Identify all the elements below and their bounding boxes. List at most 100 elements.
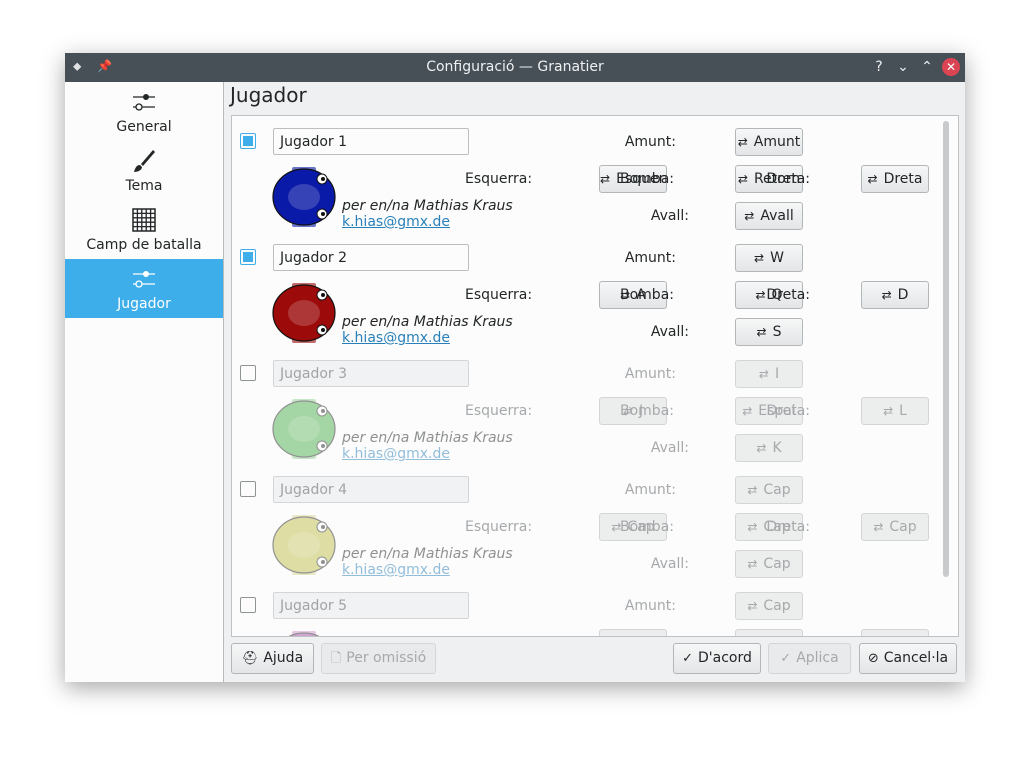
sidebar-item-label: Jugador	[117, 296, 171, 312]
player-author: per en/na Mathias Kraus	[342, 430, 513, 446]
key-button-up[interactable]: ⇄ Cap	[735, 476, 803, 504]
lifebuoy-icon: ⛑	[241, 651, 259, 666]
settings-window: ⬥ 📌 Configuració — Granatier ? ⌄ ⌃ ✕ Gen…	[65, 53, 965, 682]
page-title: Jugador	[230, 83, 307, 107]
key-button-up[interactable]: ⇄ I	[735, 360, 803, 388]
key-label-bomb: Bomba:	[614, 635, 674, 636]
swap-icon: ⇄	[754, 251, 765, 265]
player-name-field[interactable]: Jugador 4	[273, 476, 469, 503]
player-name-field[interactable]: Jugador 3	[273, 360, 469, 387]
title-bar: ⬥ 📌 Configuració — Granatier ? ⌄ ⌃ ✕	[65, 53, 965, 82]
swap-icon: ⇄	[737, 135, 748, 149]
key-button-down[interactable]: ⇄ Cap	[735, 550, 803, 578]
maximize-button[interactable]: ⌃	[918, 58, 936, 76]
key-button-down[interactable]: ⇄ S	[735, 318, 803, 346]
key-label-down: Avall:	[650, 440, 689, 456]
swap-icon: ⇄	[611, 636, 621, 637]
cancel-button[interactable]: ⊘ Cancel·la	[859, 643, 957, 674]
defaults-button[interactable]: 🗋 Per omissió	[321, 643, 436, 674]
player-author-email[interactable]: k.hias@gmx.de	[342, 330, 450, 346]
key-label-down: Avall:	[650, 208, 689, 224]
key-button-right[interactable]: ⇄ D	[861, 281, 929, 309]
swap-icon: ⇄	[873, 520, 884, 534]
key-label-left: Esquerra:	[465, 635, 532, 636]
key-label-bomb: Bomba:	[620, 519, 674, 535]
key-button-right[interactable]: ⇄ L	[861, 397, 929, 425]
player-name-field[interactable]: Jugador 5	[273, 592, 469, 619]
player-author: per en/na Mathias Kraus	[342, 546, 513, 562]
swap-icon: ⇄	[873, 636, 883, 637]
swap-icon: ⇄	[600, 172, 611, 186]
key-label-right: Dreta:	[766, 519, 810, 535]
swap-icon: ⇄	[756, 441, 767, 455]
key-label-bomb: Bomba:	[620, 403, 674, 419]
key-label-bomb: Bomba:	[620, 287, 674, 303]
key-button-down[interactable]: ⇄ K	[735, 434, 803, 462]
key-button-up[interactable]: ⇄ Cap	[735, 592, 803, 620]
sidebar-item-tema[interactable]: Tema	[65, 141, 223, 200]
close-button[interactable]: ✕	[942, 58, 960, 76]
player-enabled-checkbox[interactable]	[240, 133, 256, 149]
sidebar-item-label: Camp de batalla	[86, 237, 202, 253]
swap-icon: ⇄	[881, 288, 892, 302]
key-label-left: Esquerra:	[465, 519, 533, 535]
sliders-icon	[133, 94, 155, 111]
key-button-up[interactable]: ⇄ Amunt	[735, 128, 803, 156]
player-list[interactable]: Jugador 1 per en/na Mathias Kraus k.hias@…	[231, 115, 959, 637]
minimize-button[interactable]: ⌄	[894, 58, 912, 76]
key-button-right[interactable]: ⇄ Dreta	[861, 165, 929, 193]
player-author-email[interactable]: k.hias@gmx.de	[342, 214, 450, 230]
player-author: per en/na Mathias Kraus	[342, 314, 513, 330]
player-row: Jugador 5 per en/na Mathias Krausk.hias@…	[232, 585, 944, 637]
player-enabled-checkbox[interactable]	[240, 365, 256, 381]
player-name-field[interactable]: Jugador 2	[273, 244, 469, 271]
brush-icon	[134, 150, 155, 172]
help-button[interactable]: ⛑ Ajuda	[231, 643, 314, 674]
swap-icon: ⇄	[867, 172, 878, 186]
player-row: Jugador 2 per en/na Mathias Kraus k.hias@…	[232, 237, 944, 353]
player-author-email[interactable]: k.hias@gmx.de	[342, 562, 450, 578]
player-name-field[interactable]: Jugador 1	[273, 128, 469, 155]
sidebar-item-label: Tema	[125, 178, 163, 194]
sidebar-item-label: General	[116, 119, 172, 135]
player-row: Jugador 4 per en/na Mathias Kraus k.hias@…	[232, 469, 944, 585]
key-label-up: Amunt:	[624, 134, 676, 150]
sidebar-item-general[interactable]: General	[65, 82, 223, 141]
player-bomber-icon	[272, 283, 336, 343]
player-enabled-checkbox[interactable]	[240, 481, 256, 497]
scrollbar[interactable]	[943, 121, 949, 577]
apply-button[interactable]: ✓ Aplica	[768, 643, 851, 674]
key-button-right[interactable]: ⇄Cap	[861, 629, 929, 637]
sidebar-item-camp-de-batalla[interactable]: Camp de batalla	[65, 200, 223, 259]
check-icon: ✓	[780, 651, 792, 666]
sidebar: General Tema Camp de batalla Jugador	[65, 82, 224, 682]
dialog-button-bar: ⛑ Ajuda 🗋 Per omissió ✓ D'acord ✓ Aplica ⊘ Ca…	[231, 643, 957, 677]
key-label-right: Dreta:	[766, 171, 810, 187]
swap-icon: ⇄	[747, 557, 758, 571]
player-row: Jugador 3 per en/na Mathias Kraus k.hias@…	[232, 353, 944, 469]
key-label-right: Dreta:	[750, 635, 810, 636]
key-label-left: Esquerra:	[465, 403, 533, 419]
ok-button[interactable]: ✓ D'acord	[673, 643, 761, 674]
key-label-bomb: Bomba:	[620, 171, 674, 187]
key-button-up[interactable]: ⇄ W	[735, 244, 803, 272]
swap-icon: ⇄	[747, 599, 758, 613]
key-label-right: Dreta:	[766, 403, 810, 419]
key-button-down[interactable]: ⇄ Avall	[735, 202, 803, 230]
key-button-right[interactable]: ⇄Cap	[861, 513, 929, 541]
key-label-left: Esquerra:	[465, 287, 533, 303]
key-label-left: Esquerra:	[465, 171, 533, 187]
grid-icon	[132, 208, 156, 232]
player-bomber-icon	[272, 167, 336, 227]
player-enabled-checkbox[interactable]	[240, 249, 256, 265]
key-label-right: Dreta:	[766, 287, 810, 303]
swap-icon: ⇄	[883, 404, 894, 418]
swap-icon: ⇄	[758, 367, 769, 381]
swap-icon: ⇄	[744, 209, 755, 223]
player-bomber-icon	[288, 631, 320, 636]
swap-icon: ⇄	[756, 325, 767, 339]
player-enabled-checkbox[interactable]	[240, 597, 256, 613]
player-author-email[interactable]: k.hias@gmx.de	[342, 446, 450, 462]
sidebar-item-jugador[interactable]: Jugador	[65, 259, 223, 318]
help-window-button[interactable]: ?	[870, 58, 888, 76]
